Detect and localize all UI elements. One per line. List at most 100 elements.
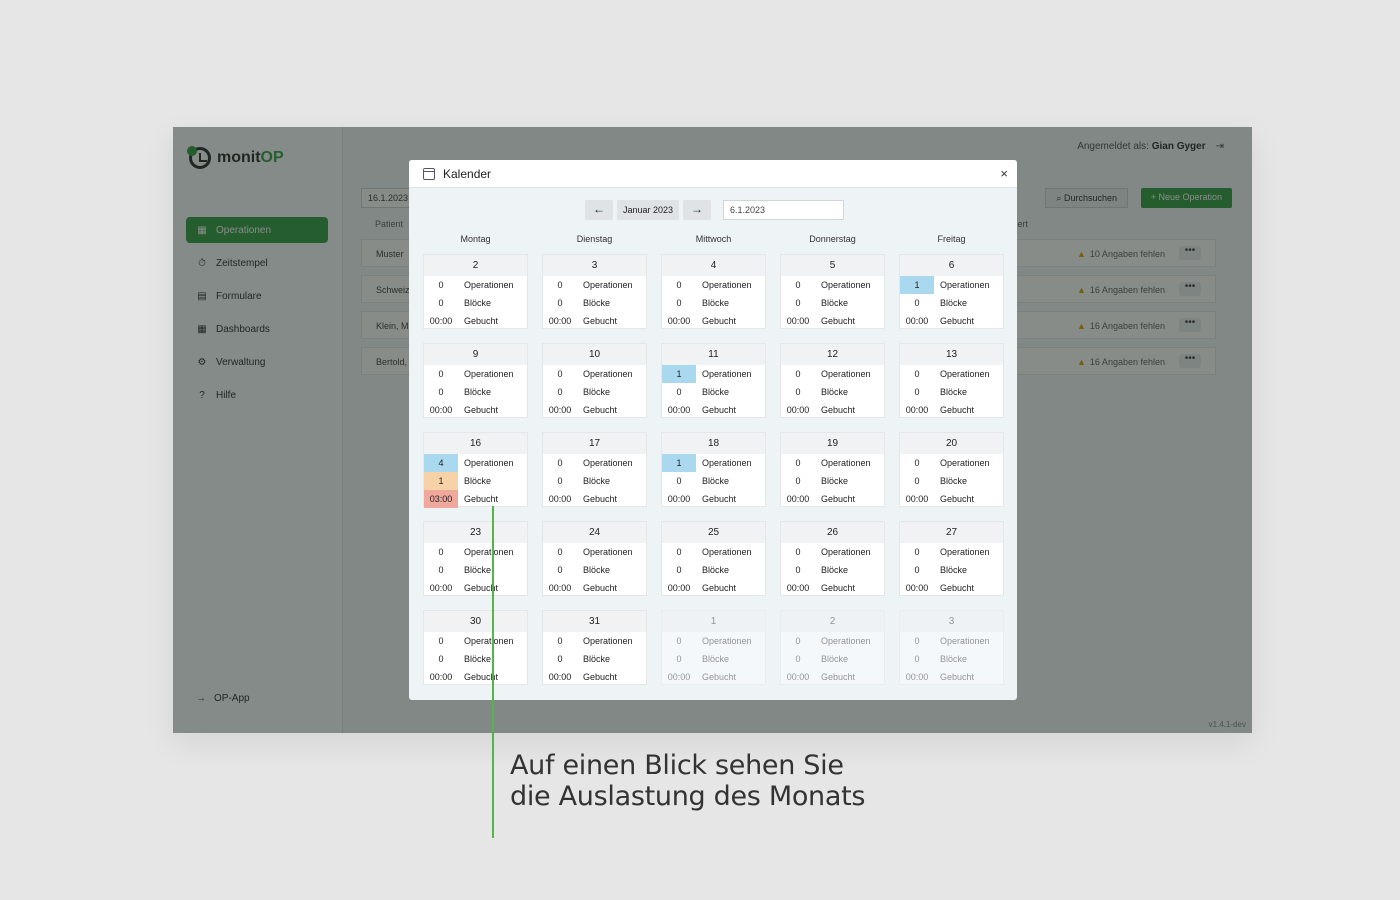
day-booked-value: 00:00 [905, 583, 929, 593]
day-booked-label: Gebucht [464, 316, 499, 326]
day-blocks-value: 0 [795, 654, 801, 664]
day-number: 26 [781, 522, 884, 543]
calendar-day-cell[interactable]: 1 0 Operationen 0 Blöcke 00:00 Gebucht [661, 610, 766, 685]
day-blocks-label: Blöcke [821, 565, 849, 575]
day-row-operations: 0 Operationen [781, 632, 884, 650]
calendar-day-cell[interactable]: 2 0 Operationen 0 Blöcke 00:00 Gebucht [780, 610, 885, 685]
day-row-operations: 0 Operationen [900, 543, 1003, 561]
day-row-booked: 00:00 Gebucht [543, 312, 646, 330]
close-icon[interactable]: × [1000, 166, 1008, 181]
weekday-label: Dienstag [576, 234, 613, 244]
day-row-blocks: 0 Blöcke [662, 383, 765, 401]
day-blocks-label: Blöcke [702, 565, 730, 575]
day-row-operations: 0 Operationen [781, 276, 884, 294]
calendar-day-cell[interactable]: 11 1 Operationen 0 Blöcke 00:00 Gebucht [661, 343, 766, 418]
day-booked-value: 00:00 [905, 672, 929, 682]
day-booked-value: 00:00 [905, 316, 929, 326]
month-navigation: ← Januar 2023 → [585, 200, 712, 220]
day-blocks-value: 0 [914, 476, 920, 486]
calendar-day-cell[interactable]: 23 0 Operationen 0 Blöcke 00:00 Gebucht [423, 521, 528, 596]
day-number: 16 [424, 433, 527, 454]
day-booked-label: Gebucht [464, 494, 499, 504]
calendar-day-cell[interactable]: 10 0 Operationen 0 Blöcke 00:00 Gebucht [542, 343, 647, 418]
day-row-booked: 00:00 Gebucht [662, 668, 765, 686]
day-row-operations: 0 Operationen [543, 454, 646, 472]
day-booked-label: Gebucht [821, 672, 856, 682]
calendar-day-cell[interactable]: 3 0 Operationen 0 Blöcke 00:00 Gebucht [542, 254, 647, 329]
day-row-operations: 0 Operationen [424, 543, 527, 561]
day-row-booked: 00:00 Gebucht [900, 668, 1003, 686]
day-operations-value: 0 [557, 636, 563, 646]
day-row-blocks: 0 Blöcke [543, 650, 646, 668]
day-operations-label: Operationen [464, 547, 514, 557]
calendar-day-cell[interactable]: 12 0 Operationen 0 Blöcke 00:00 Gebucht [780, 343, 885, 418]
day-booked-value: 00:00 [786, 316, 810, 326]
day-blocks-value: 0 [795, 387, 801, 397]
day-row-operations: 0 Operationen [543, 276, 646, 294]
calendar-day-cell[interactable]: 17 0 Operationen 0 Blöcke 00:00 Gebucht [542, 432, 647, 507]
day-row-operations: 0 Operationen [900, 454, 1003, 472]
calendar-day-cell[interactable]: 6 1 Operationen 0 Blöcke 00:00 Gebucht [899, 254, 1004, 329]
date-input[interactable]: 6.1.2023 [723, 200, 844, 220]
day-blocks-label: Blöcke [464, 565, 492, 575]
day-row-blocks: 0 Blöcke [424, 650, 527, 668]
day-booked-value: 00:00 [548, 494, 572, 504]
calendar-day-cell[interactable]: 27 0 Operationen 0 Blöcke 00:00 Gebucht [899, 521, 1004, 596]
calendar-day-cell[interactable]: 24 0 Operationen 0 Blöcke 00:00 Gebucht [542, 521, 647, 596]
day-operations-label: Operationen [821, 636, 871, 646]
day-operations-value: 0 [676, 280, 682, 290]
day-blocks-value: 0 [557, 298, 563, 308]
calendar-day-cell[interactable]: 20 0 Operationen 0 Blöcke 00:00 Gebucht [899, 432, 1004, 507]
day-row-operations: 0 Operationen [543, 365, 646, 383]
day-number: 1 [662, 611, 765, 632]
day-operations-label: Operationen [583, 636, 633, 646]
day-blocks-value: 0 [795, 298, 801, 308]
calendar-day-cell[interactable]: 25 0 Operationen 0 Blöcke 00:00 Gebucht [661, 521, 766, 596]
next-month-button[interactable]: → [683, 200, 712, 220]
day-row-blocks: 0 Blöcke [900, 383, 1003, 401]
day-row-booked: 00:00 Gebucht [424, 312, 527, 330]
calendar-day-cell[interactable]: 5 0 Operationen 0 Blöcke 00:00 Gebucht [780, 254, 885, 329]
day-row-blocks: 0 Blöcke [781, 472, 884, 490]
calendar-day-cell[interactable]: 16 4 Operationen 1 Blöcke 03:00 Gebucht [423, 432, 528, 508]
day-row-blocks: 0 Blöcke [900, 294, 1003, 312]
prev-month-button[interactable]: ← [585, 200, 613, 220]
day-number: 4 [662, 255, 765, 276]
calendar-day-cell[interactable]: 19 0 Operationen 0 Blöcke 00:00 Gebucht [780, 432, 885, 507]
day-operations-value: 0 [557, 369, 563, 379]
day-operations-value: 0 [438, 636, 444, 646]
day-row-booked: 00:00 Gebucht [900, 401, 1003, 419]
day-booked-value: 00:00 [548, 583, 572, 593]
day-operations-value: 0 [795, 369, 801, 379]
day-operations-label: Operationen [821, 280, 871, 290]
day-operations-value: 1 [662, 365, 696, 383]
calendar-day-cell[interactable]: 26 0 Operationen 0 Blöcke 00:00 Gebucht [780, 521, 885, 596]
day-booked-label: Gebucht [702, 316, 737, 326]
day-row-operations: 0 Operationen [781, 365, 884, 383]
calendar-day-cell[interactable]: 2 0 Operationen 0 Blöcke 00:00 Gebucht [423, 254, 528, 329]
day-blocks-value: 0 [914, 387, 920, 397]
calendar-day-cell[interactable]: 3 0 Operationen 0 Blöcke 00:00 Gebucht [899, 610, 1004, 685]
day-row-operations: 1 Operationen [662, 365, 765, 383]
day-booked-label: Gebucht [583, 494, 618, 504]
day-row-operations: 0 Operationen [543, 632, 646, 650]
day-row-blocks: 0 Blöcke [900, 561, 1003, 579]
weekday-header: Montag Dienstag Mittwoch Donnerstag Frei… [423, 234, 1004, 244]
calendar-day-cell[interactable]: 30 0 Operationen 0 Blöcke 00:00 Gebucht [423, 610, 528, 685]
calendar-day-cell[interactable]: 31 0 Operationen 0 Blöcke 00:00 Gebucht [542, 610, 647, 685]
day-number: 18 [662, 433, 765, 454]
calendar-day-cell[interactable]: 9 0 Operationen 0 Blöcke 00:00 Gebucht [423, 343, 528, 418]
day-booked-value: 00:00 [548, 316, 572, 326]
day-operations-label: Operationen [464, 458, 514, 468]
day-row-booked: 00:00 Gebucht [424, 668, 527, 686]
calendar-day-cell[interactable]: 18 1 Operationen 0 Blöcke 00:00 Gebucht [661, 432, 766, 507]
day-row-booked: 00:00 Gebucht [662, 401, 765, 419]
day-blocks-label: Blöcke [940, 387, 968, 397]
calendar-day-cell[interactable]: 4 0 Operationen 0 Blöcke 00:00 Gebucht [661, 254, 766, 329]
day-booked-value: 00:00 [429, 405, 453, 415]
day-row-blocks: 0 Blöcke [781, 561, 884, 579]
day-operations-label: Operationen [702, 547, 752, 557]
day-operations-label: Operationen [464, 369, 514, 379]
day-row-booked: 00:00 Gebucht [424, 401, 527, 419]
calendar-day-cell[interactable]: 13 0 Operationen 0 Blöcke 00:00 Gebucht [899, 343, 1004, 418]
